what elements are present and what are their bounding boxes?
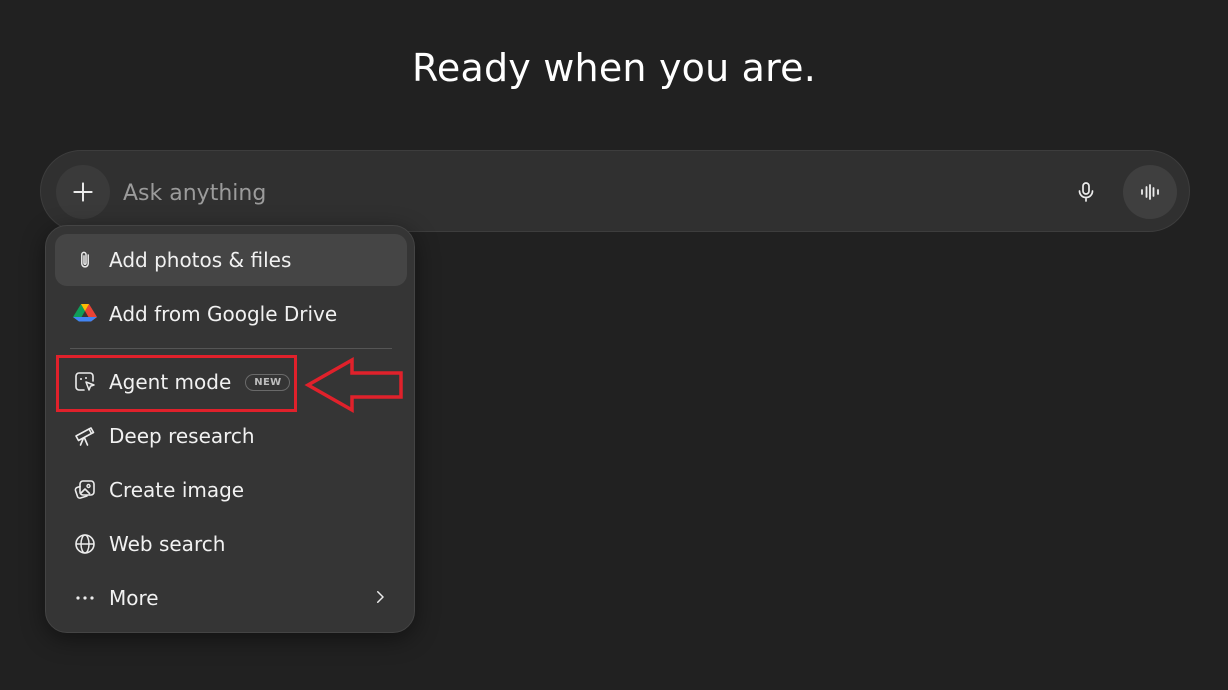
image-icon bbox=[71, 476, 99, 504]
add-button[interactable] bbox=[56, 165, 110, 219]
plus-icon bbox=[73, 182, 93, 202]
microphone-icon bbox=[1078, 182, 1094, 202]
menu-item-google-drive[interactable]: Add from Google Drive bbox=[55, 288, 407, 340]
voice-mode-button[interactable] bbox=[1123, 165, 1177, 219]
menu-item-label: Agent mode bbox=[109, 370, 232, 394]
menu-item-label: Create image bbox=[109, 478, 245, 502]
chat-composer bbox=[40, 150, 1190, 232]
menu-item-label: More bbox=[109, 586, 159, 610]
agent-cursor-icon bbox=[71, 368, 99, 396]
app-canvas: Ready when you are. Ask anything Add pho… bbox=[0, 0, 1228, 690]
menu-item-deep-research[interactable]: Deep research bbox=[55, 410, 407, 462]
globe-icon bbox=[71, 530, 99, 558]
menu-item-add-photos-files[interactable]: Add photos & files bbox=[55, 234, 407, 286]
menu-item-agent-mode[interactable]: Agent mode NEW bbox=[55, 356, 407, 408]
telescope-icon bbox=[71, 422, 99, 450]
new-badge: NEW bbox=[245, 373, 291, 391]
attachments-menu: Add photos & files Add from Google Drive bbox=[45, 225, 415, 633]
menu-divider bbox=[70, 348, 392, 349]
menu-item-label: Deep research bbox=[109, 424, 255, 448]
menu-item-label: Web search bbox=[109, 532, 226, 556]
chevron-right-icon bbox=[369, 586, 391, 608]
menu-item-more[interactable]: More bbox=[55, 572, 407, 624]
menu-item-web-search[interactable]: Web search bbox=[55, 518, 407, 570]
dictate-button[interactable] bbox=[1067, 173, 1105, 211]
menu-item-label: Add from Google Drive bbox=[109, 302, 338, 326]
google-drive-icon bbox=[71, 300, 99, 328]
ellipsis-icon bbox=[71, 584, 99, 612]
ask-input[interactable] bbox=[121, 173, 1025, 213]
menu-item-create-image[interactable]: Create image bbox=[55, 464, 407, 516]
menu-item-label: Add photos & files bbox=[109, 248, 292, 272]
paperclip-icon bbox=[71, 246, 99, 274]
voice-waveform-icon bbox=[1141, 184, 1159, 200]
page-title: Ready when you are. bbox=[412, 46, 816, 90]
